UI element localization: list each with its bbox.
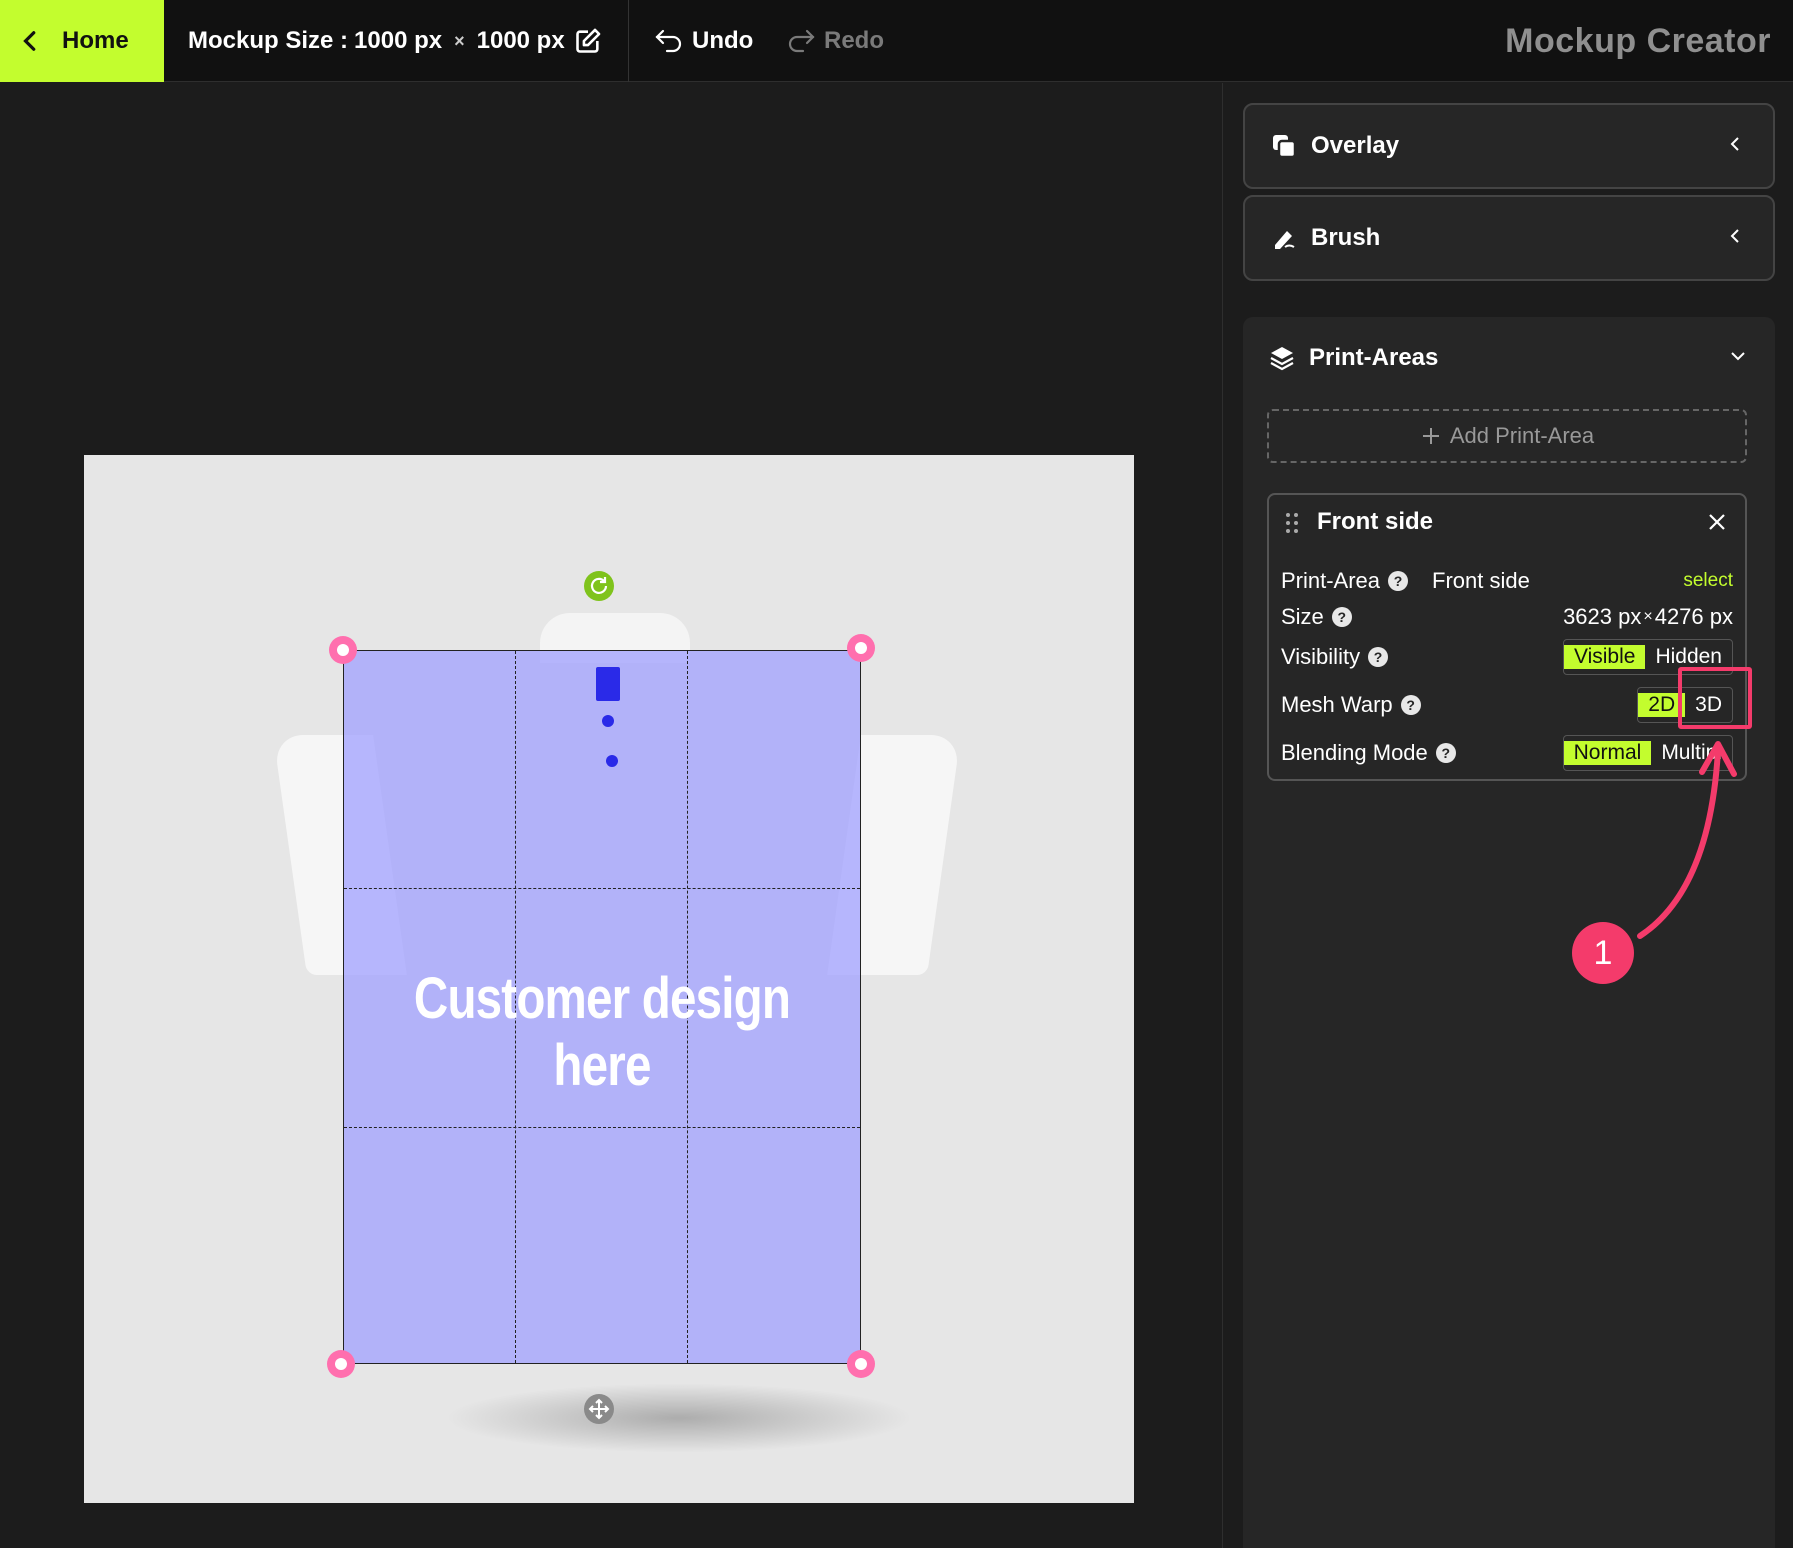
brush-label: Brush [1311,224,1381,251]
shirt-shadow [444,1383,914,1453]
help-icon[interactable]: ? [1388,571,1409,591]
layers-icon [1270,347,1294,371]
times-sign: × [454,30,465,51]
home-button[interactable]: Home [0,0,164,82]
overlay-section[interactable]: Overlay [1243,103,1775,189]
redo-icon [788,29,815,53]
select-link[interactable]: select [1683,570,1733,592]
size-width: 3623 px [1563,604,1642,629]
overlay-icon [1273,135,1297,159]
print-area-row: Print-Area ? Front side select [1281,561,1733,601]
brush-header[interactable]: Brush [1245,197,1773,279]
chevron-left-icon [1730,137,1739,151]
help-icon[interactable]: ? [1400,695,1421,715]
brush-section[interactable]: Brush [1243,195,1775,281]
move-handle[interactable] [584,1394,614,1424]
undo-button[interactable]: Undo [654,0,753,82]
size-times-sign: × [1643,608,1653,625]
resize-handle-top-left[interactable] [329,636,357,664]
rotate-icon [590,577,608,594]
toolbar-divider [628,0,629,82]
annotation-highlight-box [1678,667,1752,729]
mesh-grid-line [344,888,860,889]
help-icon[interactable]: ? [1331,607,1352,627]
annotation-arrow-icon [1637,741,1737,939]
print-area-label: Print-Area [1281,568,1381,593]
mesh-warp-label: Mesh Warp [1281,692,1393,717]
chevron-down-icon [1731,352,1745,361]
undo-label: Undo [692,27,754,54]
mesh-grid-line [344,1127,860,1128]
size-label: Size [1281,604,1324,629]
print-area-overlay[interactable]: Customer design here [343,650,861,1364]
mockup-size-label: Mockup Size : [188,27,349,54]
size-height: 4276 px [1654,604,1733,629]
visibility-row: Visibility ? Visible Hidden [1281,637,1733,677]
visibility-label: Visibility [1281,644,1361,669]
blending-mode-label: Blending Mode [1281,740,1428,765]
design-placeholder-text: Customer design here [413,966,791,1098]
edit-icon[interactable] [574,27,602,55]
size-value: 3623 px × 4276 px [1563,604,1733,630]
chevron-left-icon [23,31,36,51]
shirt-tag [596,667,620,701]
home-label: Home [62,27,129,54]
mesh-warp-row: Mesh Warp ? 2D 3D [1281,685,1733,725]
print-area-value: Front side [1432,568,1530,593]
print-area-card-title: Front side [1317,508,1434,535]
move-icon [588,1398,610,1420]
mockup-width: 1000 px [354,27,443,54]
mockup-height: 1000 px [476,27,565,54]
canvas-area: Customer design here [0,83,1222,1548]
visibility-hidden-option[interactable]: Hidden [1645,645,1732,669]
resize-handle-top-right[interactable] [847,634,875,662]
app-title: Mockup Creator [1505,21,1771,60]
help-icon[interactable]: ? [1368,647,1389,667]
add-print-area-button[interactable]: Add Print-Area [1267,409,1747,463]
size-row: Size ? 3623 px × 4276 px [1281,597,1733,637]
resize-handle-bottom-left[interactable] [327,1350,355,1378]
resize-handle-bottom-right[interactable] [847,1350,875,1378]
help-icon[interactable]: ? [1435,743,1456,763]
chevron-left-icon [1730,229,1739,243]
add-print-area-label: Add Print-Area [1449,423,1595,448]
visibility-visible-option[interactable]: Visible [1563,645,1646,669]
redo-label: Redo [824,27,884,54]
shirt-button [606,755,618,767]
close-icon[interactable] [1707,512,1727,532]
annotation-step-badge: 1 [1572,922,1634,984]
redo-button[interactable]: Redo [786,0,884,82]
overlay-label: Overlay [1311,132,1400,159]
print-areas-header[interactable]: Print-Areas [1243,317,1775,399]
undo-icon [655,29,682,53]
mockup-canvas[interactable]: Customer design here [84,455,1134,1503]
mockup-size-display: Mockup Size : 1000 px × 1000 px [188,0,565,82]
plus-icon [1422,428,1439,444]
top-bar: Home Mockup Size : 1000 px × 1000 px Und… [0,0,1793,82]
shirt-button [602,715,614,727]
print-areas-label: Print-Areas [1309,344,1439,371]
rotate-handle[interactable] [584,571,614,601]
brush-icon [1275,231,1295,249]
print-area-card: Front side Print-Area ? Front side selec… [1267,493,1747,781]
overlay-header[interactable]: Overlay [1245,105,1773,187]
